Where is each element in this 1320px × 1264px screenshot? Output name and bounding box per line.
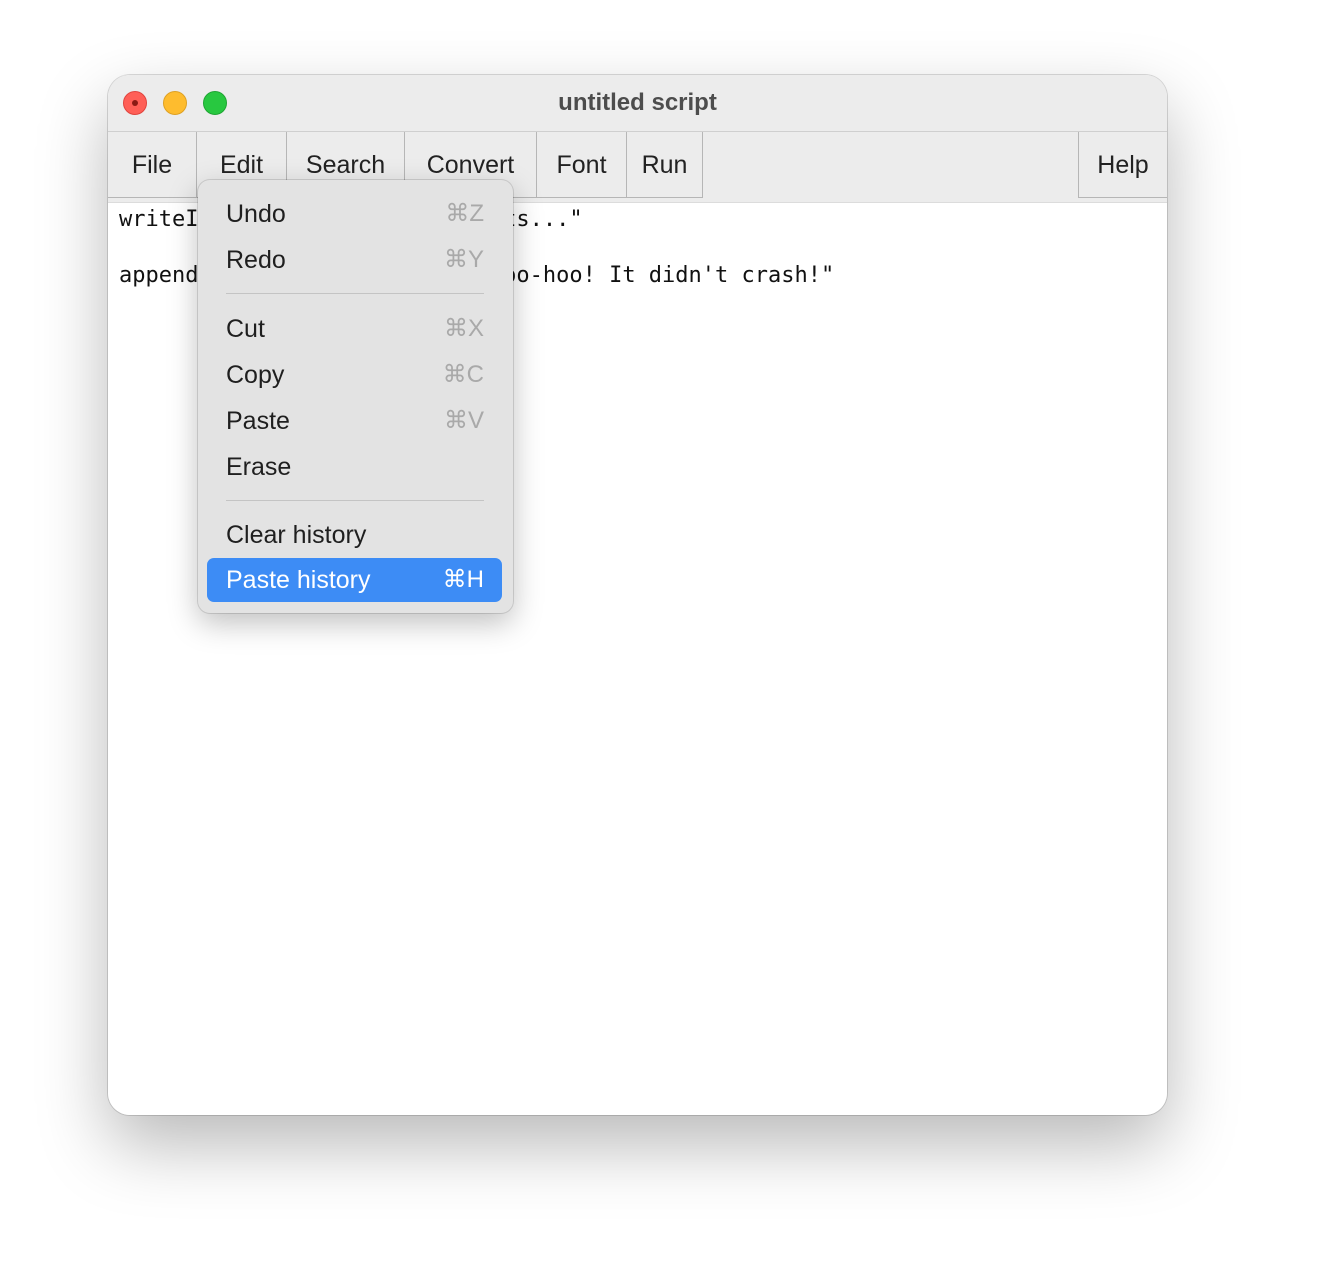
menu-item-label: Copy [226, 361, 285, 389]
menu-item-clear-history[interactable]: Clear history [207, 513, 502, 557]
menu-item-redo[interactable]: Redo ⌘Y [207, 238, 502, 282]
menu-item-erase[interactable]: Erase [207, 445, 502, 489]
menu-run[interactable]: Run [627, 132, 703, 198]
menu-help[interactable]: Help [1078, 132, 1167, 198]
menu-item-shortcut: ⌘C [442, 361, 484, 388]
menu-item-label: Cut [226, 315, 265, 343]
edit-menu-dropdown: Undo ⌘Z Redo ⌘Y Cut ⌘X Copy ⌘C Paste ⌘V … [198, 180, 513, 613]
menu-item-label: Clear history [226, 521, 367, 549]
menu-item-label: Erase [226, 453, 292, 481]
menu-item-shortcut: ⌘X [443, 315, 484, 342]
menu-item-paste-history[interactable]: Paste history ⌘H [207, 558, 502, 602]
menu-file[interactable]: File [108, 132, 197, 198]
menu-item-label: Paste history [226, 566, 371, 594]
menu-item-cut[interactable]: Cut ⌘X [207, 307, 502, 351]
menu-item-paste[interactable]: Paste ⌘V [207, 399, 502, 443]
menu-item-shortcut: ⌘Y [443, 246, 484, 273]
window-title: untitled script [558, 89, 717, 116]
menu-item-label: Redo [226, 246, 286, 274]
menu-font[interactable]: Font [537, 132, 627, 198]
menu-item-shortcut: ⌘V [443, 407, 484, 434]
menu-item-copy[interactable]: Copy ⌘C [207, 353, 502, 397]
menu-item-undo[interactable]: Undo ⌘Z [207, 192, 502, 236]
menu-item-shortcut: ⌘Z [445, 200, 484, 227]
menu-item-shortcut: ⌘H [442, 566, 484, 593]
menu-separator [226, 500, 484, 501]
menu-item-label: Paste [226, 407, 290, 435]
title-bar[interactable]: untitled script [108, 75, 1167, 132]
menu-separator [226, 293, 484, 294]
menu-item-label: Undo [226, 200, 286, 228]
